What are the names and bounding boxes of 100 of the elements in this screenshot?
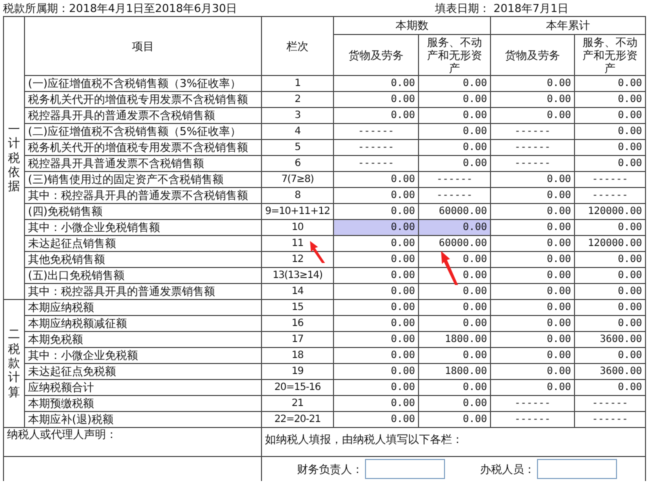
table-cell: 0.00 bbox=[490, 76, 574, 92]
table-cell: ------ bbox=[490, 156, 574, 172]
table-cell: 0.00 bbox=[574, 380, 646, 396]
table-cell: 0.00 bbox=[334, 332, 418, 348]
table-cell: 0.00 bbox=[418, 412, 490, 428]
table-cell: 0.00 bbox=[574, 92, 646, 108]
row-label: 其他免税销售额 bbox=[28, 253, 105, 266]
table-cell: 0.00 bbox=[490, 204, 574, 220]
declaration-label: 纳税人或代理人声明： bbox=[7, 428, 117, 441]
table-cell: 0.00 bbox=[490, 92, 574, 108]
table-cell: 0.00 bbox=[574, 348, 646, 364]
table-cell: 0.00 bbox=[418, 124, 490, 140]
table-cell: 0.00 bbox=[490, 252, 574, 268]
row-label: 其中：小微企业免税额 bbox=[28, 349, 138, 362]
line-number: 17 bbox=[292, 334, 304, 345]
table-cell: 1800.00 bbox=[418, 332, 490, 348]
row-label: 本期应补(退)税额 bbox=[28, 413, 114, 426]
table-cell: 0.00 bbox=[490, 268, 574, 284]
field-label: 办税人员： bbox=[479, 462, 535, 476]
table-cell: 0.00 bbox=[490, 300, 574, 316]
table-cell: 0.00 bbox=[418, 156, 490, 172]
table-cell: 0.00 bbox=[574, 284, 646, 300]
table-cell: ------ bbox=[574, 172, 646, 188]
input-field[interactable] bbox=[537, 459, 617, 479]
row-label: (二)应征增值税不含税销售额（5%征收率） bbox=[28, 125, 242, 138]
table-cell: 0.00 bbox=[574, 124, 646, 140]
column-header: 服务、不动产和无形资产 bbox=[582, 36, 638, 74]
table-cell: 0.00 bbox=[334, 364, 418, 380]
table-cell: ------ bbox=[490, 412, 574, 428]
table-cell: 0.00 bbox=[490, 332, 574, 348]
annotation-arrow bbox=[440, 250, 460, 286]
column-header: 货物及劳务 bbox=[505, 48, 560, 62]
table-cell: 0.00 bbox=[490, 348, 574, 364]
table-cell: 0.00 bbox=[334, 92, 418, 108]
table-cell: 0.00 bbox=[574, 316, 646, 332]
highlighted-cell: 0.00 bbox=[334, 220, 418, 236]
table-cell: 0.00 bbox=[334, 380, 418, 396]
line-number: 3 bbox=[294, 110, 300, 121]
row-label: 税务机关代开的增值税专用发票不含税销售额 bbox=[28, 93, 248, 106]
line-number: 21 bbox=[292, 398, 304, 409]
table-cell: 0.00 bbox=[418, 396, 490, 412]
table-cell: 0.00 bbox=[334, 284, 418, 300]
table-cell: 0.00 bbox=[574, 156, 646, 172]
table-cell: 0.00 bbox=[490, 364, 574, 380]
table-cell: ------ bbox=[418, 172, 490, 188]
table-cell: 0.00 bbox=[574, 108, 646, 124]
table-cell: 0.00 bbox=[334, 76, 418, 92]
table-cell: 0.00 bbox=[334, 316, 418, 332]
row-label: (四)免税销售额 bbox=[28, 205, 103, 218]
column-header: 货物及劳务 bbox=[348, 48, 404, 62]
table-cell: 0.00 bbox=[334, 268, 418, 284]
table-cell: 3600.00 bbox=[574, 364, 646, 380]
table-cell: 0.00 bbox=[418, 140, 490, 156]
row-label: 未达起征点销售额 bbox=[28, 237, 116, 250]
line-number: 11 bbox=[292, 238, 304, 249]
line-number: 15 bbox=[292, 302, 304, 313]
section-label: 一计税依据 bbox=[8, 122, 20, 194]
table-cell: ------ bbox=[490, 124, 574, 140]
column-header: 项目 bbox=[132, 40, 154, 52]
tax-period: 税款所属期：2018年4月1日至2018年6月30日 bbox=[3, 0, 238, 16]
line-number: 16 bbox=[292, 318, 304, 329]
table-cell: 0.00 bbox=[334, 172, 418, 188]
row-label: (一)应征增值税不含税销售额（3%征收率） bbox=[28, 77, 242, 90]
table-cell: ------ bbox=[334, 124, 418, 140]
table-cell: 0.00 bbox=[334, 188, 418, 204]
table-cell: 0.00 bbox=[490, 220, 574, 236]
table-cell: 0.00 bbox=[334, 412, 418, 428]
row-label: 本期应纳税额 bbox=[28, 301, 94, 314]
table-cell: 0.00 bbox=[490, 236, 574, 252]
table-cell: 0.00 bbox=[574, 268, 646, 284]
table-cell: 1800.00 bbox=[418, 364, 490, 380]
table-cell: 0.00 bbox=[418, 316, 490, 332]
line-number: 1 bbox=[294, 78, 300, 89]
table-cell: 0.00 bbox=[334, 252, 418, 268]
highlighted-cell: 0.00 bbox=[418, 220, 490, 236]
annotation-arrow bbox=[309, 240, 327, 264]
row-label: 税控器具开具的普通发票不含税销售额 bbox=[28, 109, 215, 122]
column-header: 本期数 bbox=[396, 19, 428, 32]
input-field[interactable] bbox=[365, 459, 445, 479]
column-header: 栏次 bbox=[286, 40, 308, 52]
table-cell: ------ bbox=[490, 140, 574, 156]
line-number: 8 bbox=[294, 190, 300, 201]
table-cell: ------ bbox=[334, 156, 418, 172]
table-cell: ------ bbox=[574, 396, 646, 412]
line-number: 9=10+11+12 bbox=[265, 206, 330, 217]
row-label: 本期应纳税额减征额 bbox=[28, 317, 127, 330]
table-cell: 0.00 bbox=[418, 76, 490, 92]
field-label: 财务负责人： bbox=[296, 462, 363, 476]
table-cell: 0.00 bbox=[334, 236, 418, 252]
table-cell: 0.00 bbox=[334, 348, 418, 364]
table-cell: 0.00 bbox=[490, 188, 574, 204]
table-cell: 0.00 bbox=[334, 300, 418, 316]
table-cell: ------ bbox=[574, 412, 646, 428]
row-label: 其中：税控器具开具的普通发票销售额 bbox=[28, 285, 215, 298]
line-number: 13(13≥14) bbox=[272, 270, 322, 281]
line-number: 14 bbox=[292, 286, 304, 297]
table-cell: 0.00 bbox=[418, 348, 490, 364]
table-cell: 0.00 bbox=[334, 108, 418, 124]
row-label: 税控器具开具普通发票不含税销售额 bbox=[28, 157, 204, 170]
table-cell: 0.00 bbox=[490, 108, 574, 124]
